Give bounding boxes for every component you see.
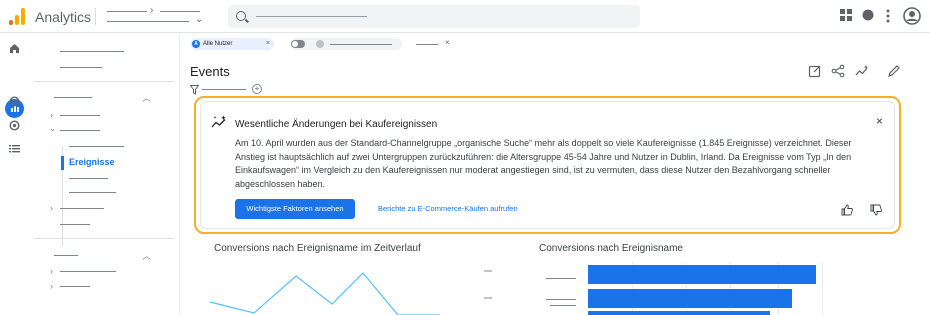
bar[interactable] — [588, 265, 816, 284]
insights-sparkle-icon — [211, 115, 226, 128]
comparison-chip[interactable] — [290, 38, 402, 50]
search-input[interactable] — [228, 5, 640, 28]
thumb-down-icon[interactable] — [870, 204, 882, 216]
insight-card: Wesentliche Änderungen bei Kaufereigniss… — [194, 96, 901, 234]
apps-grid-icon[interactable] — [840, 9, 852, 21]
divider — [34, 238, 174, 239]
chip-close-icon[interactable]: × — [266, 38, 270, 50]
nav-item[interactable] — [60, 115, 100, 116]
bar[interactable] — [588, 289, 792, 308]
explore-icon[interactable] — [9, 96, 20, 107]
chip-badge: A — [192, 40, 200, 48]
nav-item[interactable] — [60, 67, 102, 68]
filter-placeholder[interactable] — [202, 89, 246, 90]
account-circle-icon[interactable] — [903, 7, 921, 25]
chevron-down-icon[interactable]: ⌄ — [195, 14, 203, 25]
page-title: Events — [190, 64, 230, 79]
advertising-icon[interactable] — [9, 120, 20, 131]
chevron-right-icon[interactable]: › — [50, 266, 53, 276]
chevron-right-icon[interactable]: › — [50, 203, 53, 213]
bar-label — [550, 305, 576, 306]
chip-label: Alle Nutzer — [203, 41, 233, 47]
close-icon[interactable]: × — [445, 38, 450, 47]
nav-subitem[interactable] — [69, 178, 108, 179]
chip-placeholder-label[interactable] — [416, 44, 438, 45]
nav-item-ereignisse[interactable]: Ereignisse — [69, 157, 115, 167]
app-title: Analytics — [35, 9, 92, 25]
ecommerce-reports-link[interactable]: Berichte zu E-Commerce-Käufen aufrufen — [378, 199, 518, 219]
thumb-up-icon[interactable] — [841, 204, 853, 216]
nav-section-header[interactable] — [54, 255, 78, 256]
pencil-icon[interactable] — [887, 64, 901, 78]
nav-item[interactable] — [60, 286, 90, 287]
toggle-icon[interactable] — [291, 40, 305, 48]
nav-item[interactable] — [60, 130, 100, 131]
search-icon — [236, 11, 246, 21]
nav-item[interactable] — [60, 208, 104, 209]
line-chart — [209, 270, 492, 315]
view-key-drivers-button[interactable]: Wichtigste Faktoren ansehen — [235, 199, 355, 219]
insight-title: Wesentliche Änderungen bei Kaufereigniss… — [235, 119, 438, 130]
help-icon[interactable] — [862, 9, 874, 21]
edit-report-icon[interactable] — [808, 64, 822, 78]
chevron-down-icon[interactable]: ⌄ — [49, 123, 57, 134]
reports-nav: ︿ › ⌄ Ereignisse › ︿ › › — [30, 34, 180, 315]
chip-dot — [316, 40, 324, 48]
close-icon[interactable]: × — [876, 114, 883, 128]
insights-icon[interactable] — [855, 64, 869, 78]
insight-card-inner: Wesentliche Änderungen bei Kaufereigniss… — [200, 101, 895, 229]
divider — [95, 8, 96, 25]
chevron-right-icon[interactable]: › — [50, 110, 53, 120]
chevron-up-icon[interactable]: ︿ — [142, 91, 151, 104]
list-icon[interactable] — [9, 143, 20, 154]
chip-placeholder-label — [330, 44, 392, 45]
nav-item[interactable] — [60, 51, 124, 52]
chevron-up-icon[interactable]: ︿ — [142, 249, 151, 262]
nav-item[interactable] — [60, 271, 116, 272]
left-rail — [0, 34, 28, 315]
bar-label — [546, 278, 576, 279]
search-placeholder — [256, 16, 367, 17]
home-icon[interactable] — [9, 43, 20, 54]
top-bar: Analytics › ⌄ — [0, 0, 930, 33]
audience-chip[interactable]: A Alle Nutzer × — [190, 38, 274, 50]
divider — [34, 81, 174, 82]
analytics-logo-icon[interactable] — [9, 8, 27, 25]
chevron-right-icon[interactable]: › — [50, 281, 53, 291]
bar-label — [546, 299, 576, 300]
more-vert-icon[interactable] — [886, 9, 890, 23]
line-chart-title: Conversions nach Ereignisname im Zeitver… — [214, 243, 421, 254]
gridline — [822, 262, 823, 315]
line-series — [209, 272, 440, 315]
filter-icon[interactable] — [190, 85, 199, 95]
bar[interactable] — [588, 311, 770, 315]
nav-section-header[interactable] — [54, 97, 92, 98]
insight-body: Am 10. April wurden aus der Standard-Cha… — [235, 138, 852, 190]
nav-subitem[interactable] — [69, 192, 116, 193]
nav-active-indicator — [61, 156, 64, 170]
nav-item[interactable] — [60, 224, 90, 225]
add-filter-button[interactable]: + — [252, 84, 262, 94]
share-icon[interactable] — [831, 64, 845, 78]
bar-chart-title: Conversions nach Ereignisname — [539, 243, 683, 254]
nav-subitem[interactable] — [69, 146, 124, 147]
